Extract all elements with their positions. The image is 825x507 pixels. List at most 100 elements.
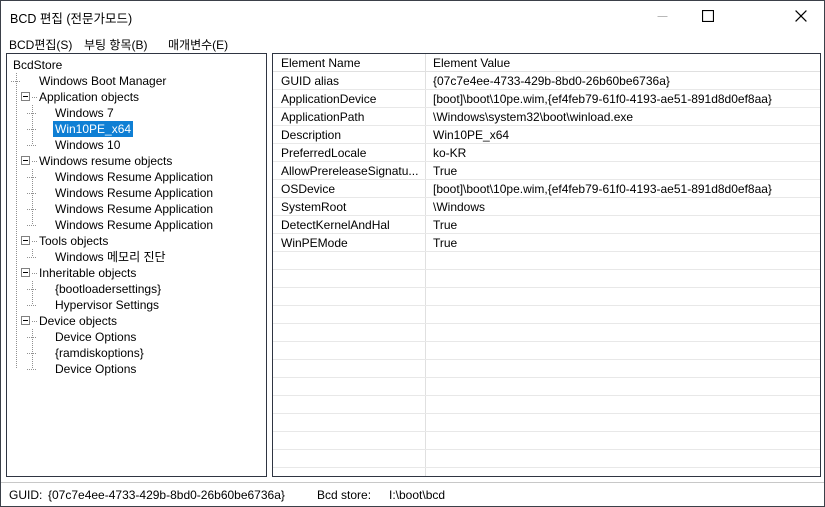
detail-cell-name xyxy=(281,450,429,468)
tree-item-label[interactable]: {bootloadersettings} xyxy=(53,281,163,297)
tree-item[interactable]: Device Options xyxy=(7,329,266,345)
tree-item[interactable]: Inheritable objects xyxy=(7,265,266,281)
tree-item-label[interactable]: {ramdiskoptions} xyxy=(53,345,146,361)
detail-row[interactable] xyxy=(273,432,820,450)
detail-cell-value: Win10PE_x64 xyxy=(433,128,510,142)
detail-row[interactable]: Description Win10PE_x64 xyxy=(273,126,820,144)
tree-item-label[interactable]: Hypervisor Settings xyxy=(53,297,161,313)
tree-item-label[interactable]: BcdStore xyxy=(11,57,64,73)
tree-item[interactable]: Windows 7 xyxy=(7,105,266,121)
detail-row[interactable]: OSDevice [boot]\boot\10pe.wim,{ef4feb79-6… xyxy=(273,180,820,198)
tree-item-label-selected[interactable]: Win10PE_x64 xyxy=(53,121,134,137)
tree-item-label[interactable]: Device objects xyxy=(37,313,119,329)
close-icon xyxy=(795,10,807,22)
tree-item-label[interactable]: Windows Resume Application xyxy=(53,201,215,217)
tree-item-label[interactable]: Windows Resume Application xyxy=(53,217,215,233)
tree-item[interactable]: Windows Resume Application xyxy=(7,185,266,201)
tree-item[interactable]: Win10PE_x64 xyxy=(7,121,266,137)
detail-cell-name: GUID alias xyxy=(281,74,340,88)
tree-item-label[interactable]: Windows 7 xyxy=(53,105,116,121)
detail-row[interactable]: DetectKernelAndHal True xyxy=(273,216,820,234)
tree-guide-line xyxy=(27,177,36,178)
detail-cell-name xyxy=(281,324,429,342)
tree-item[interactable]: Windows 메모리 진단 xyxy=(7,249,266,265)
detail-cell-name: ApplicationPath xyxy=(281,110,365,124)
tree-item[interactable]: Windows resume objects xyxy=(7,153,266,169)
detail-cell-value xyxy=(433,324,815,342)
minimize-icon xyxy=(657,15,667,17)
detail-cell-value: ko-KR xyxy=(433,146,467,160)
detail-row[interactable] xyxy=(273,378,820,396)
detail-row[interactable] xyxy=(273,306,820,324)
detail-row[interactable]: AllowPrereleaseSignatu... True xyxy=(273,162,820,180)
element-detail-list[interactable]: Element Name Element Value GUID alias {07c7… xyxy=(272,53,821,477)
tree-item-label[interactable]: Windows resume objects xyxy=(37,153,174,169)
tree-item[interactable]: Device Options xyxy=(7,361,266,377)
detail-cell-name xyxy=(281,414,429,432)
detail-row[interactable] xyxy=(273,396,820,414)
tree-item[interactable]: Windows 10 xyxy=(7,137,266,153)
tree-item-label[interactable]: Windows Boot Manager xyxy=(37,73,168,89)
tree-item-label[interactable]: Windows Resume Application xyxy=(53,185,215,201)
detail-cell-value: {07c7e4ee-4733-429b-8bd0-26b60be6736a} xyxy=(433,74,670,88)
detail-row[interactable] xyxy=(273,414,820,432)
tree-collapse-icon[interactable] xyxy=(21,92,30,101)
minimize-button[interactable] xyxy=(639,1,685,31)
detail-row[interactable] xyxy=(273,270,820,288)
detail-cell-name: ApplicationDevice xyxy=(281,92,377,106)
tree-guide-line xyxy=(27,369,36,370)
tree-item[interactable]: Application objects xyxy=(7,89,266,105)
tree-item[interactable]: Tools objects xyxy=(7,233,266,249)
tree-item-label[interactable]: Windows Resume Application xyxy=(53,169,215,185)
detail-cell-name: AllowPrereleaseSignatu... xyxy=(281,164,419,178)
bcd-store-tree[interactable]: BcdStore Windows Boot Manager Application … xyxy=(6,53,267,477)
tree-item[interactable]: Windows Resume Application xyxy=(7,217,266,233)
tree-nodes-container: BcdStore Windows Boot Manager Application … xyxy=(7,54,266,376)
detail-cell-value xyxy=(433,252,815,270)
tree-item[interactable]: Windows Resume Application xyxy=(7,169,266,185)
detail-cell-value: \Windows\system32\boot\winload.exe xyxy=(433,110,634,124)
detail-row[interactable]: ApplicationPath \Windows\system32\boot\wi… xyxy=(273,108,820,126)
tree-collapse-icon[interactable] xyxy=(21,316,30,325)
detail-cell-name xyxy=(281,342,429,360)
detail-row[interactable] xyxy=(273,360,820,378)
tree-item[interactable]: Windows Boot Manager xyxy=(7,73,266,89)
detail-row[interactable] xyxy=(273,288,820,306)
tree-item-label[interactable]: Inheritable objects xyxy=(37,265,138,281)
detail-cell-name: PreferredLocale xyxy=(281,146,367,160)
tree-collapse-icon[interactable] xyxy=(21,236,30,245)
tree-item-label[interactable]: Windows 10 xyxy=(53,137,122,153)
detail-cell-value xyxy=(433,306,815,324)
column-header-element-value: Element Value xyxy=(433,56,511,70)
close-button[interactable] xyxy=(778,1,824,31)
tree-collapse-icon[interactable] xyxy=(21,268,30,277)
tree-item-label[interactable]: Tools objects xyxy=(37,233,110,249)
detail-cell-value xyxy=(433,396,815,414)
tree-item[interactable]: Device objects xyxy=(7,313,266,329)
maximize-button[interactable] xyxy=(685,1,731,31)
menu-item-parameters[interactable]: 매개변수(E) xyxy=(166,35,230,54)
menu-item-bcd-edit[interactable]: BCD편집(S) xyxy=(7,35,74,54)
detail-row[interactable]: GUID alias {07c7e4ee-4733-429b-8bd0-26b60… xyxy=(273,72,820,90)
detail-row[interactable] xyxy=(273,324,820,342)
tree-item[interactable]: {bootloadersettings} xyxy=(7,281,266,297)
tree-item-label[interactable]: Device Options xyxy=(53,329,138,345)
tree-item-label[interactable]: Windows 메모리 진단 xyxy=(53,249,168,265)
tree-item-label[interactable]: Application objects xyxy=(37,89,141,105)
tree-item-label[interactable]: Device Options xyxy=(53,361,138,377)
menu-item-boot-entry[interactable]: 부팅 항목(B) xyxy=(82,35,150,54)
detail-row[interactable]: PreferredLocale ko-KR xyxy=(273,144,820,162)
tree-collapse-icon[interactable] xyxy=(21,156,30,165)
tree-item[interactable]: Windows Resume Application xyxy=(7,201,266,217)
tree-item[interactable]: Hypervisor Settings xyxy=(7,297,266,313)
detail-row[interactable] xyxy=(273,450,820,468)
tree-item[interactable]: {ramdiskoptions} xyxy=(7,345,266,361)
tree-guide-line xyxy=(27,145,36,146)
detail-row[interactable]: WinPEMode True xyxy=(273,234,820,252)
tree-item[interactable]: BcdStore xyxy=(7,57,266,73)
detail-row[interactable] xyxy=(273,252,820,270)
detail-header-row: Element Name Element Value xyxy=(273,54,820,72)
detail-row[interactable]: SystemRoot \Windows xyxy=(273,198,820,216)
detail-row[interactable]: ApplicationDevice [boot]\boot\10pe.wim,{e… xyxy=(273,90,820,108)
detail-row[interactable] xyxy=(273,342,820,360)
